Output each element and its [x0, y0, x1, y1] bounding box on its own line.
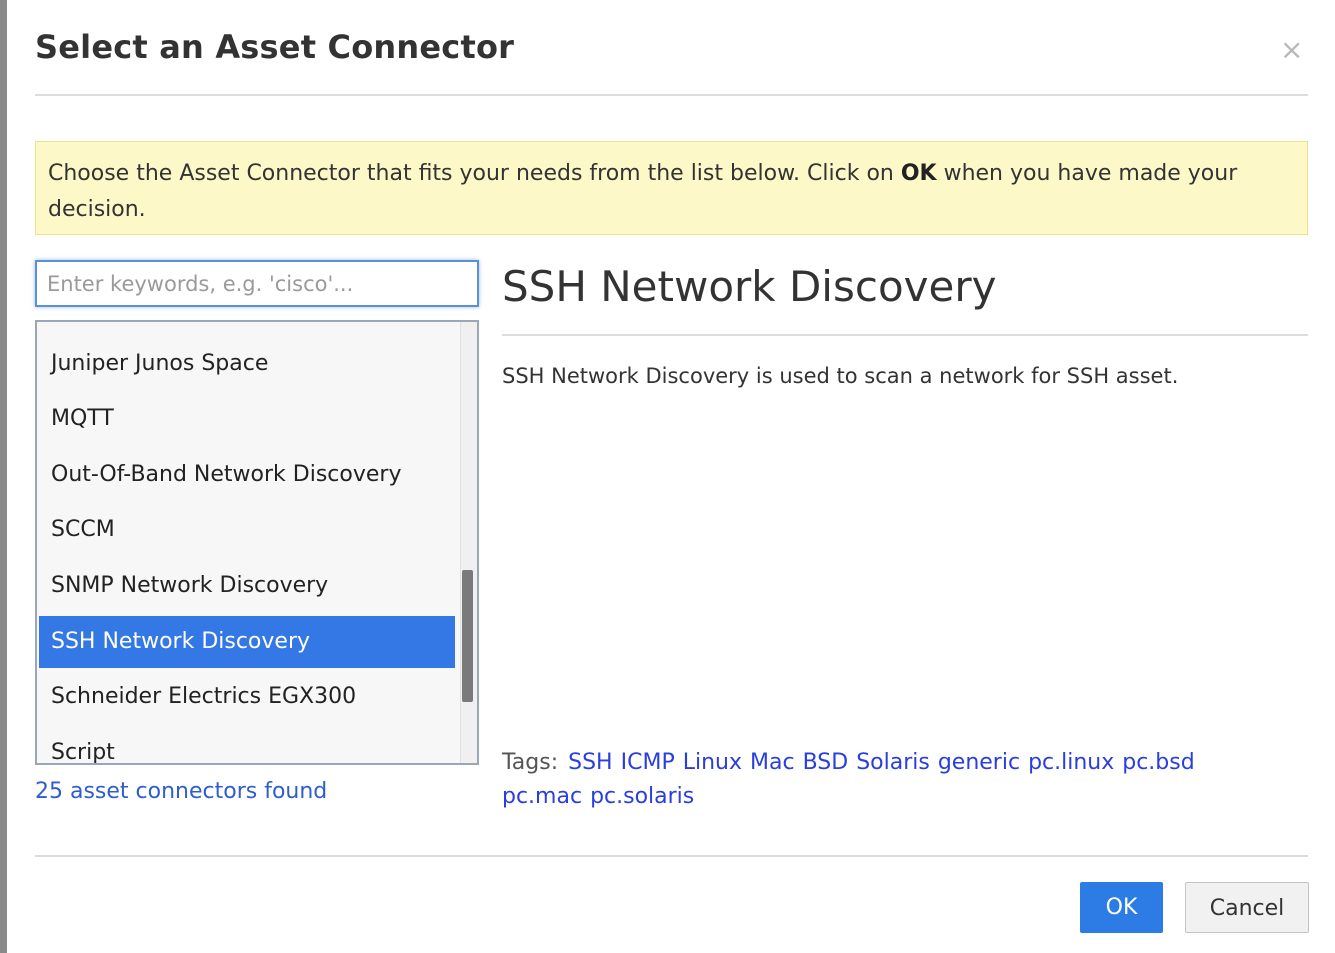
search-box[interactable] — [35, 260, 479, 307]
dialog-title: Select an Asset Connector — [35, 28, 515, 66]
results-count-link[interactable]: 25 asset connectors found — [35, 779, 327, 804]
list-item[interactable]: Juniper Junos Space — [39, 338, 455, 390]
tag-link[interactable]: pc.solaris — [590, 784, 694, 809]
header-divider — [35, 94, 1308, 96]
info-text-before: Choose the Asset Connector that fits you… — [48, 161, 901, 186]
info-ok-emphasis: OK — [900, 161, 937, 186]
tag-link[interactable]: pc.bsd — [1122, 750, 1194, 775]
ok-button[interactable]: OK — [1080, 882, 1163, 933]
list-item-selected[interactable]: SSH Network Discovery — [39, 616, 455, 668]
detail-divider — [502, 334, 1308, 336]
tags-label: Tags: — [502, 750, 559, 775]
tag-link[interactable]: Solaris — [856, 750, 930, 775]
tag-link[interactable]: generic — [938, 750, 1020, 775]
detail-title: SSH Network Discovery — [502, 262, 997, 311]
detail-description: SSH Network Discovery is used to scan a … — [502, 364, 1179, 388]
connector-list[interactable]: Juniper Junos Space MQTT Out-Of-Band Net… — [35, 320, 479, 765]
list-item[interactable]: SNMP Network Discovery — [39, 560, 455, 612]
list-scrollbar-thumb[interactable] — [462, 570, 473, 702]
cancel-button[interactable]: Cancel — [1185, 882, 1309, 933]
list-item[interactable]: MQTT — [39, 393, 455, 445]
footer-divider — [35, 855, 1308, 857]
tag-link[interactable]: BSD — [803, 750, 849, 775]
dialog-left-border — [0, 0, 7, 953]
list-item[interactable]: Schneider Electrics EGX300 — [39, 671, 455, 723]
list-item[interactable]: SCCM — [39, 504, 455, 556]
info-banner: Choose the Asset Connector that fits you… — [35, 141, 1308, 235]
list-item[interactable]: Script — [39, 727, 455, 763]
list-item[interactable]: Out-Of-Band Network Discovery — [39, 449, 455, 501]
tag-link[interactable]: pc.mac — [502, 784, 582, 809]
tag-link[interactable]: Mac — [750, 750, 795, 775]
tag-link[interactable]: Linux — [683, 750, 742, 775]
tag-link[interactable]: pc.linux — [1028, 750, 1114, 775]
tags-section: Tags: SSH ICMP Linux Mac BSD Solaris generic pc.… — [502, 746, 1302, 814]
search-input[interactable] — [37, 262, 477, 305]
close-icon[interactable]: × — [1280, 36, 1303, 64]
tag-link[interactable]: SSH — [568, 750, 612, 775]
tag-link[interactable]: ICMP — [621, 750, 675, 775]
